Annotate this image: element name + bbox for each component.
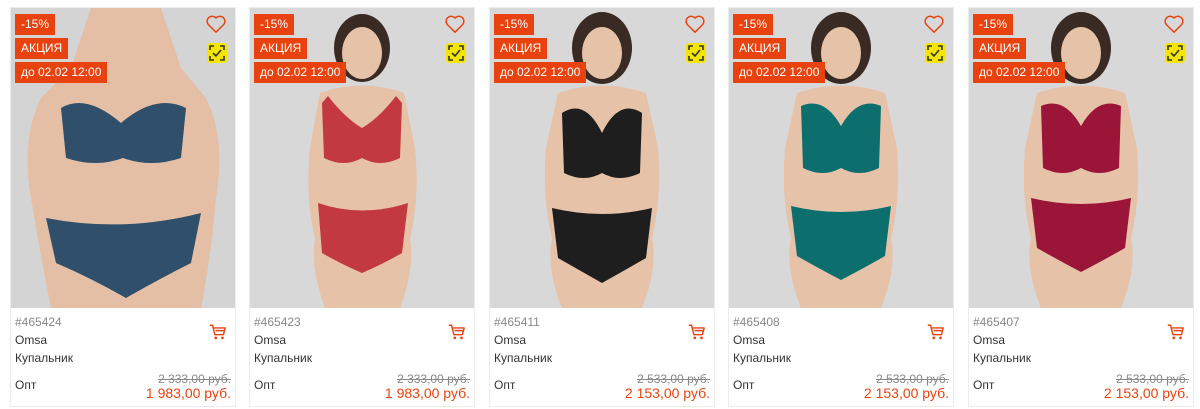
- promo-badge: АКЦИЯ: [254, 38, 308, 59]
- product-name[interactable]: Купальник: [733, 350, 949, 366]
- promo-badge: АКЦИЯ: [973, 38, 1027, 59]
- product-info: #465407 Omsa Купальник: [973, 314, 1189, 366]
- product-name[interactable]: Купальник: [494, 350, 710, 366]
- product-grid: -15% АКЦИЯ до 02.02 12:00 #465424 Omsa К…: [10, 7, 1195, 407]
- current-price: 1 983,00 руб.: [145, 385, 231, 401]
- product-card[interactable]: -15% АКЦИЯ до 02.02 12:00 #465423 Omsa К…: [249, 7, 475, 407]
- deadline-badge: до 02.02 12:00: [973, 62, 1066, 83]
- heart-icon[interactable]: [444, 14, 466, 34]
- old-price: 2 533,00 руб.: [637, 372, 710, 386]
- discount-badge: -15%: [494, 14, 535, 35]
- product-name[interactable]: Купальник: [973, 350, 1189, 366]
- product-name[interactable]: Купальник: [254, 350, 470, 366]
- product-brand[interactable]: Omsa: [733, 332, 949, 348]
- product-card[interactable]: -15% АКЦИЯ до 02.02 12:00 #465411 Omsa К…: [489, 7, 715, 407]
- heart-icon[interactable]: [205, 14, 227, 34]
- cart-icon[interactable]: [927, 323, 945, 341]
- current-price: 2 153,00 руб.: [863, 385, 949, 401]
- current-price: 2 153,00 руб.: [624, 385, 710, 401]
- deadline-badge: до 02.02 12:00: [254, 62, 347, 83]
- product-info: #465423 Omsa Купальник: [254, 314, 470, 366]
- old-price: 2 533,00 руб.: [1116, 372, 1189, 386]
- product-sku: #465424: [15, 315, 62, 329]
- heart-icon[interactable]: [923, 14, 945, 34]
- discount-badge: -15%: [973, 14, 1014, 35]
- price-type-label: Опт: [733, 378, 755, 392]
- discount-badge: -15%: [733, 14, 774, 35]
- price-type-label: Опт: [494, 378, 516, 392]
- heart-icon[interactable]: [684, 14, 706, 34]
- old-price: 2 333,00 руб.: [397, 372, 470, 386]
- product-info: #465411 Omsa Купальник: [494, 314, 710, 366]
- cart-icon[interactable]: [1167, 323, 1185, 341]
- deadline-badge: до 02.02 12:00: [494, 62, 587, 83]
- product-sku: #465423: [254, 315, 301, 329]
- product-info: #465408 Omsa Купальник: [733, 314, 949, 366]
- product-card[interactable]: -15% АКЦИЯ до 02.02 12:00 #465408 Omsa К…: [728, 7, 954, 407]
- old-price: 2 333,00 руб.: [158, 372, 231, 386]
- promo-badges: -15% АКЦИЯ до 02.02 12:00: [254, 14, 347, 83]
- product-sku: #465407: [973, 315, 1020, 329]
- heart-icon[interactable]: [1163, 14, 1185, 34]
- current-price: 1 983,00 руб.: [384, 385, 470, 401]
- discount-badge: -15%: [15, 14, 56, 35]
- promo-badges: -15% АКЦИЯ до 02.02 12:00: [973, 14, 1066, 83]
- product-card[interactable]: -15% АКЦИЯ до 02.02 12:00 #465407 Omsa К…: [968, 7, 1194, 407]
- deadline-badge: до 02.02 12:00: [15, 62, 108, 83]
- product-brand[interactable]: Omsa: [973, 332, 1189, 348]
- discount-badge: -15%: [254, 14, 295, 35]
- product-name[interactable]: Купальник: [15, 350, 231, 366]
- cart-icon[interactable]: [688, 323, 706, 341]
- product-sku: #465411: [494, 315, 540, 329]
- scan-icon[interactable]: [446, 43, 466, 63]
- price-type-label: Опт: [15, 378, 37, 392]
- promo-badges: -15% АКЦИЯ до 02.02 12:00: [15, 14, 108, 83]
- promo-badge: АКЦИЯ: [494, 38, 548, 59]
- old-price: 2 533,00 руб.: [876, 372, 949, 386]
- scan-icon[interactable]: [925, 43, 945, 63]
- price-type-label: Опт: [973, 378, 995, 392]
- promo-badge: АКЦИЯ: [15, 38, 69, 59]
- scan-icon[interactable]: [207, 43, 227, 63]
- promo-badges: -15% АКЦИЯ до 02.02 12:00: [733, 14, 826, 83]
- product-brand[interactable]: Omsa: [15, 332, 231, 348]
- product-card[interactable]: -15% АКЦИЯ до 02.02 12:00 #465424 Omsa К…: [10, 7, 236, 407]
- price-type-label: Опт: [254, 378, 276, 392]
- product-sku: #465408: [733, 315, 780, 329]
- cart-icon[interactable]: [209, 323, 227, 341]
- promo-badges: -15% АКЦИЯ до 02.02 12:00: [494, 14, 587, 83]
- scan-icon[interactable]: [1165, 43, 1185, 63]
- cart-icon[interactable]: [448, 323, 466, 341]
- scan-icon[interactable]: [686, 43, 706, 63]
- product-brand[interactable]: Omsa: [494, 332, 710, 348]
- deadline-badge: до 02.02 12:00: [733, 62, 826, 83]
- current-price: 2 153,00 руб.: [1103, 385, 1189, 401]
- promo-badge: АКЦИЯ: [733, 38, 787, 59]
- product-brand[interactable]: Omsa: [254, 332, 470, 348]
- product-info: #465424 Omsa Купальник: [15, 314, 231, 366]
